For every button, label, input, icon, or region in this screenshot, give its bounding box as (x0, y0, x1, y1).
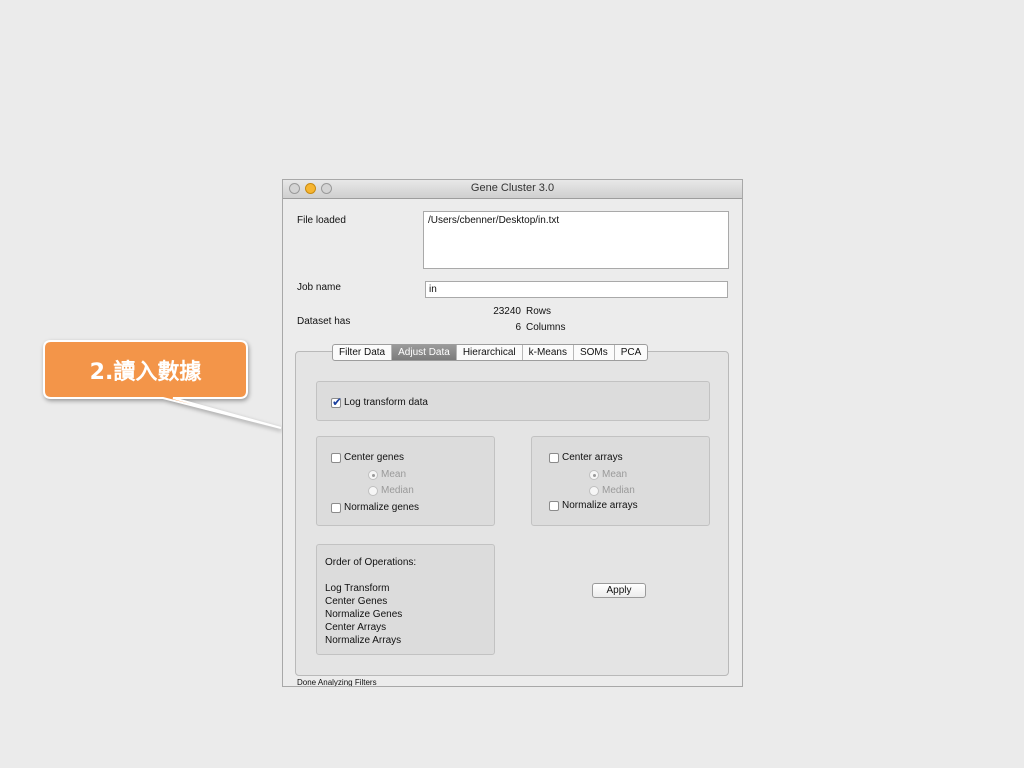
center-arrays-checkbox[interactable]: Center arrays (549, 452, 623, 463)
job-name-label: Job name (297, 282, 341, 293)
arrays-mean-label: Mean (602, 469, 628, 480)
center-genes-checkbox[interactable]: Center genes (331, 452, 404, 463)
order-step: Log Transform (325, 583, 390, 594)
file-path-field: /Users/cbenner/Desktop/in.txt (423, 211, 729, 269)
radio-icon (589, 485, 599, 496)
center-genes-label: Center genes (344, 452, 405, 463)
status-bar-text: Done Analyzing Filters (297, 678, 377, 687)
order-of-operations-title: Order of Operations: (325, 557, 417, 568)
normalize-arrays-checkbox[interactable]: Normalize arrays (549, 500, 638, 511)
tab-k-means[interactable]: k-Means (523, 345, 574, 360)
columns-label: Columns (526, 322, 566, 333)
callout-bubble: 2.讀入數據 (43, 340, 282, 429)
checkbox-icon (331, 452, 341, 463)
job-name-input[interactable]: in (425, 281, 728, 298)
arrays-median-radio[interactable]: Median (589, 485, 635, 496)
tab-hierarchical[interactable]: Hierarchical (457, 345, 523, 360)
order-step: Normalize Genes (325, 609, 403, 620)
normalize-arrays-label: Normalize arrays (562, 500, 638, 511)
dataset-has-label: Dataset has (297, 316, 351, 327)
window-title: Gene Cluster 3.0 (470, 182, 555, 194)
tab-pca[interactable]: PCA (615, 345, 648, 360)
center-arrays-label: Center arrays (562, 452, 623, 463)
normalize-genes-checkbox[interactable]: Normalize genes (331, 502, 419, 513)
file-loaded-label: File loaded (297, 215, 346, 226)
arrays-group (531, 436, 710, 526)
rows-count: 23240 (493, 306, 521, 317)
tab-soms[interactable]: SOMs (574, 345, 615, 360)
tab-adjust-data[interactable]: Adjust Data (392, 345, 457, 360)
window-titlebar[interactable]: Gene Cluster 3.0 (283, 180, 742, 199)
arrays-mean-radio[interactable]: Mean (589, 469, 627, 480)
arrays-median-label: Median (602, 485, 635, 496)
genes-mean-label: Mean (381, 469, 407, 480)
radio-icon (368, 485, 378, 496)
genes-mean-radio[interactable]: Mean (368, 469, 406, 480)
genes-median-radio[interactable]: Median (368, 485, 414, 496)
order-step: Center Arrays (325, 622, 387, 633)
log-transform-checkbox[interactable]: Log transform data (331, 395, 428, 409)
checkbox-icon (331, 502, 341, 513)
checkbox-icon (549, 452, 559, 463)
order-step: Normalize Arrays (325, 635, 402, 646)
apply-button[interactable]: Apply (592, 583, 646, 598)
slide-background: 2.讀入數據 Gene Cluster 3.0 File loaded /Use… (0, 0, 1024, 768)
normalize-genes-label: Normalize genes (344, 502, 420, 513)
log-transform-label: Log transform data (344, 397, 428, 408)
order-step: Center Genes (325, 596, 388, 607)
rows-label: Rows (526, 306, 552, 317)
checkbox-icon (549, 500, 559, 511)
columns-count: 6 (515, 322, 521, 333)
radio-selected-icon (589, 469, 599, 480)
radio-selected-icon (368, 469, 378, 480)
genes-median-label: Median (381, 485, 414, 496)
callout-text: 2.讀入數據 (89, 360, 202, 385)
checkbox-checked-icon (331, 395, 342, 409)
gene-cluster-window: Gene Cluster 3.0 File loaded /Users/cben… (282, 179, 743, 687)
tab-bar: Filter Data Adjust Data Hierarchical k-M… (332, 344, 649, 361)
tab-filter-data[interactable]: Filter Data (333, 345, 393, 360)
